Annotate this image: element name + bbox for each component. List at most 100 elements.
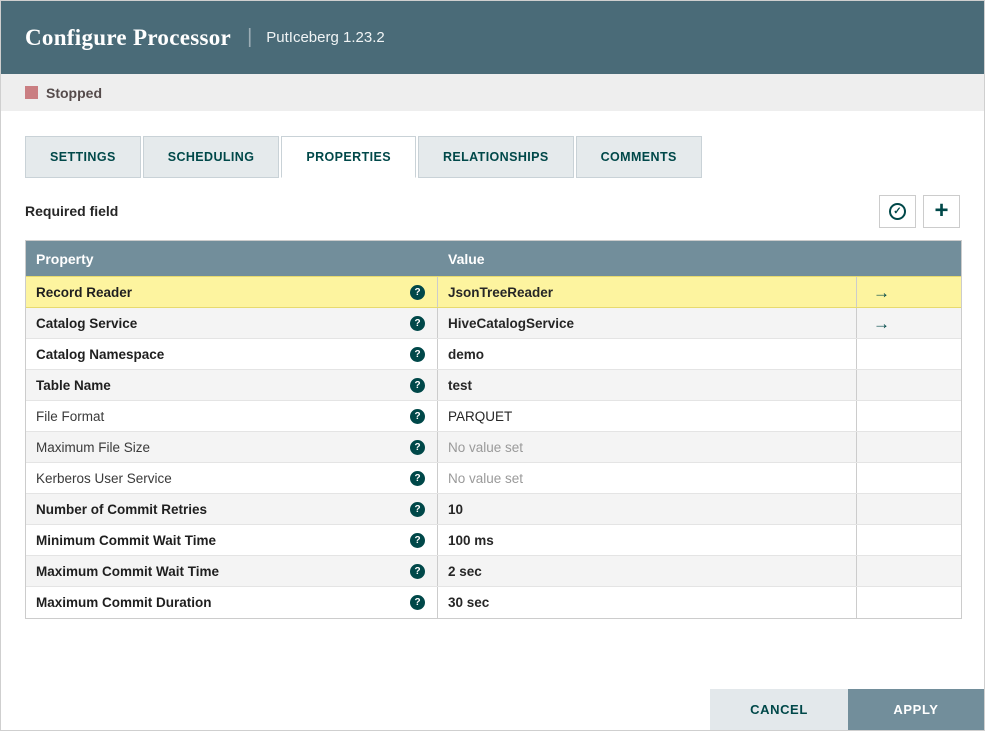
property-cell: Catalog Service ?: [26, 308, 438, 338]
property-name: Record Reader: [36, 284, 133, 300]
required-field-label: Required field: [25, 203, 119, 219]
table-row[interactable]: Kerberos User Service ? No value set: [26, 463, 961, 494]
property-name: Number of Commit Retries: [36, 501, 208, 517]
plus-icon: +: [934, 197, 949, 224]
status-label: Stopped: [46, 84, 102, 101]
help-icon[interactable]: ?: [410, 346, 425, 362]
table-row[interactable]: Maximum Commit Duration ? 30 sec: [26, 587, 961, 618]
value-cell[interactable]: PARQUET: [438, 401, 857, 431]
help-icon[interactable]: ?: [410, 595, 425, 610]
properties-table: Property Value Record Reader ? JsonTreeR…: [25, 240, 962, 619]
help-icon[interactable]: ?: [410, 501, 425, 517]
table-header-row: Property Value: [26, 241, 961, 277]
value-column-header: Value: [448, 251, 485, 267]
value-cell[interactable]: 30 sec: [438, 587, 857, 618]
help-icon[interactable]: ?: [410, 377, 425, 393]
table-row[interactable]: Table Name ? test: [26, 370, 961, 401]
apply-button[interactable]: APPLY: [848, 689, 984, 730]
property-name: Catalog Service: [36, 315, 138, 331]
help-icon[interactable]: ?: [410, 408, 425, 424]
value-cell[interactable]: No value set: [438, 432, 857, 462]
value-cell[interactable]: demo: [438, 339, 857, 369]
goto-cell: →: [857, 277, 961, 307]
tabs-bar: SETTINGS SCHEDULING PROPERTIES RELATIONSHIP…: [25, 136, 960, 178]
property-name: Maximum File Size: [36, 439, 151, 455]
tab-relationships[interactable]: RELATIONSHIPS: [417, 136, 574, 178]
property-name: Minimum Commit Wait Time: [36, 532, 217, 548]
goto-cell: →: [857, 308, 961, 338]
table-row[interactable]: Number of Commit Retries ? 10: [26, 494, 961, 525]
property-cell: Number of Commit Retries ?: [26, 494, 438, 524]
goto-cell: [857, 463, 961, 493]
help-icon[interactable]: ?: [410, 284, 425, 300]
tab-properties[interactable]: PROPERTIES: [281, 136, 416, 178]
goto-cell: [857, 494, 961, 524]
table-row[interactable]: Record Reader ? JsonTreeReader →: [26, 276, 961, 308]
value-cell[interactable]: HiveCatalogService: [438, 308, 857, 338]
property-name: Kerberos User Service: [36, 470, 172, 486]
property-name: Maximum Commit Duration: [36, 595, 212, 610]
property-column-header: Property: [36, 251, 94, 267]
processor-type-version: PutIceberg 1.23.2: [266, 29, 385, 46]
property-value: 2 sec: [448, 563, 482, 579]
property-cell: Maximum File Size ?: [26, 432, 438, 462]
help-icon[interactable]: ?: [410, 315, 425, 331]
configure-processor-dialog: Configure Processor | PutIceberg 1.23.2 …: [0, 0, 985, 731]
property-value: No value set: [448, 439, 524, 455]
table-row[interactable]: Minimum Commit Wait Time ? 100 ms: [26, 525, 961, 556]
table-row[interactable]: File Format ? PARQUET: [26, 401, 961, 432]
goto-cell: [857, 556, 961, 586]
property-value: PARQUET: [448, 408, 513, 424]
value-cell[interactable]: test: [438, 370, 857, 400]
tab-scheduling[interactable]: SCHEDULING: [142, 136, 280, 178]
property-cell: Table Name ?: [26, 370, 438, 400]
value-cell[interactable]: 10: [438, 494, 857, 524]
properties-toolbar: Required field ✓ +: [25, 191, 960, 231]
property-value: test: [448, 377, 473, 393]
property-cell: Catalog Namespace ?: [26, 339, 438, 369]
table-row[interactable]: Catalog Service ? HiveCatalogService →: [26, 308, 961, 339]
dialog-content: SETTINGS SCHEDULING PROPERTIES RELATIONSHIP…: [1, 136, 984, 619]
new-property-button[interactable]: +: [923, 194, 960, 228]
property-name: Catalog Namespace: [36, 346, 165, 362]
table-row[interactable]: Maximum Commit Wait Time ? 2 sec: [26, 556, 961, 587]
property-cell: File Format ?: [26, 401, 438, 431]
property-value: demo: [448, 346, 485, 362]
property-value: 10: [448, 501, 464, 517]
property-value: 30 sec: [448, 595, 490, 610]
help-icon[interactable]: ?: [410, 563, 425, 579]
footer-actions: CANCEL APPLY: [710, 689, 984, 730]
table-row[interactable]: Maximum File Size ? No value set: [26, 432, 961, 463]
cancel-button[interactable]: CANCEL: [710, 689, 848, 730]
table-row[interactable]: Catalog Namespace ? demo: [26, 339, 961, 370]
stopped-status-icon: [25, 86, 38, 99]
status-bar: Stopped: [1, 74, 984, 111]
help-icon[interactable]: ?: [410, 532, 425, 548]
help-icon[interactable]: ?: [410, 439, 425, 455]
value-cell[interactable]: JsonTreeReader: [438, 277, 857, 307]
go-to-service-icon[interactable]: →: [873, 315, 890, 332]
property-cell: Maximum Commit Duration ?: [26, 587, 438, 618]
tab-settings[interactable]: SETTINGS: [25, 136, 141, 178]
property-cell: Minimum Commit Wait Time ?: [26, 525, 438, 555]
value-cell[interactable]: 2 sec: [438, 556, 857, 586]
property-value: JsonTreeReader: [448, 284, 554, 300]
property-name: Table Name: [36, 377, 111, 393]
goto-cell: [857, 401, 961, 431]
property-cell: Kerberos User Service ?: [26, 463, 438, 493]
title-separator: |: [247, 26, 253, 48]
value-cell[interactable]: 100 ms: [438, 525, 857, 555]
goto-cell: [857, 432, 961, 462]
property-cell: Maximum Commit Wait Time ?: [26, 556, 438, 586]
help-icon[interactable]: ?: [410, 470, 425, 486]
dialog-title: Configure Processor: [25, 24, 232, 50]
property-value: 100 ms: [448, 532, 494, 548]
value-cell[interactable]: No value set: [438, 463, 857, 493]
verify-properties-button[interactable]: ✓: [879, 194, 916, 228]
goto-cell: [857, 339, 961, 369]
go-to-service-icon[interactable]: →: [873, 284, 890, 301]
tab-comments[interactable]: COMMENTS: [575, 136, 702, 178]
property-value: HiveCatalogService: [448, 315, 575, 331]
property-name: File Format: [36, 408, 105, 424]
properties-table-body: Record Reader ? JsonTreeReader → Catalog…: [26, 276, 961, 618]
